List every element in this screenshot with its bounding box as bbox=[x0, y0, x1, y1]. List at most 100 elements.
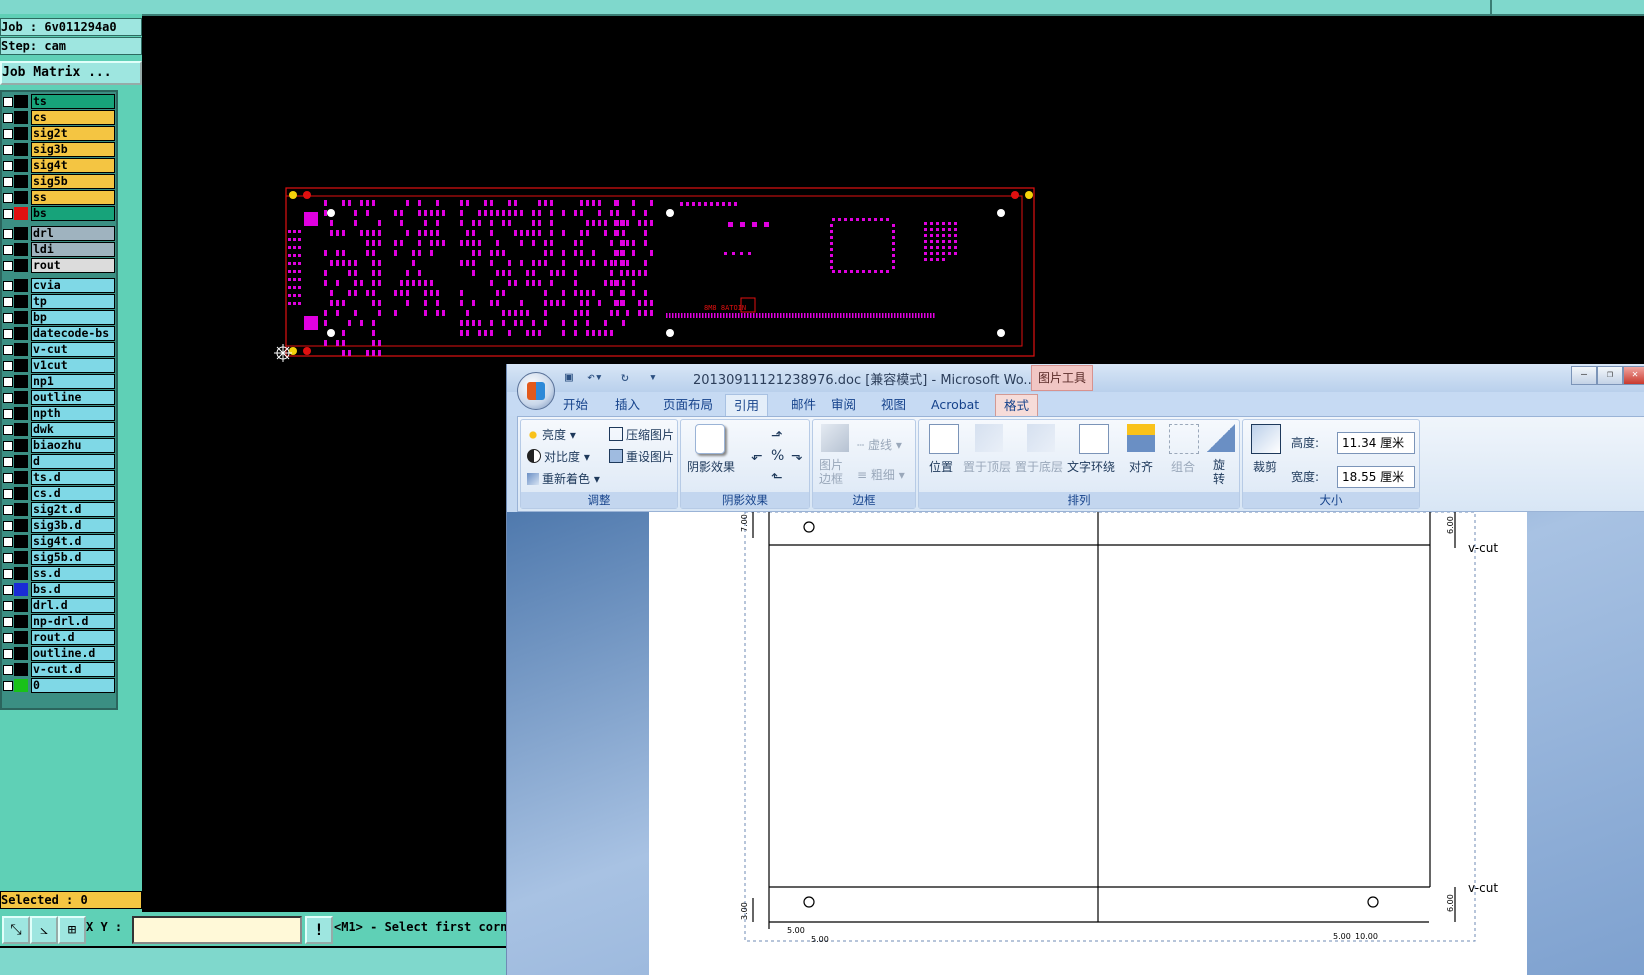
layer-checkbox[interactable] bbox=[3, 361, 13, 371]
layer-name[interactable]: biaozhu bbox=[31, 438, 115, 453]
position-label[interactable]: 位置 bbox=[929, 458, 953, 475]
layer-color-swatch[interactable] bbox=[14, 359, 28, 372]
shadow-effects-label[interactable]: 阴影效果 bbox=[687, 458, 735, 475]
layer-color-swatch[interactable] bbox=[14, 519, 28, 532]
layer-checkbox[interactable] bbox=[3, 633, 13, 643]
layer-row[interactable]: cs.d bbox=[2, 486, 115, 501]
layer-color-swatch[interactable] bbox=[14, 111, 28, 124]
layer-color-swatch[interactable] bbox=[14, 159, 28, 172]
layer-row[interactable]: npth bbox=[2, 406, 115, 421]
layer-row[interactable]: sig3b.d bbox=[2, 518, 115, 533]
brightness-button[interactable]: 亮度 ▾ bbox=[527, 426, 576, 443]
layer-color-swatch[interactable] bbox=[14, 343, 28, 356]
layer-checkbox[interactable] bbox=[3, 601, 13, 611]
panel-drawing-image[interactable]: v-cut v-cut 7.00 6.00 3.00 5.00 5.00 5.0… bbox=[649, 512, 1527, 975]
layer-name[interactable]: v-cut bbox=[31, 342, 115, 357]
layer-color-swatch[interactable] bbox=[14, 455, 28, 468]
job-matrix-button[interactable]: Job Matrix ... bbox=[0, 61, 142, 85]
qat-dropdown-icon[interactable]: ▾ bbox=[649, 370, 657, 385]
layer-checkbox[interactable] bbox=[3, 113, 13, 123]
layer-row[interactable]: sig5b bbox=[2, 174, 115, 189]
ribbon-tab[interactable]: 页面布局 bbox=[655, 394, 721, 416]
ribbon-tab[interactable]: 引用 bbox=[725, 394, 769, 417]
layer-row[interactable]: np1 bbox=[2, 374, 115, 389]
layer-row[interactable]: np-drl.d bbox=[2, 614, 115, 629]
layer-row[interactable]: bs bbox=[2, 206, 115, 221]
layer-checkbox[interactable] bbox=[3, 441, 13, 451]
layer-name[interactable]: v1cut bbox=[31, 358, 115, 373]
compress-pictures-button[interactable]: 压缩图片 bbox=[609, 426, 674, 443]
crop-label[interactable]: 裁剪 bbox=[1253, 458, 1277, 475]
layer-checkbox[interactable] bbox=[3, 129, 13, 139]
ribbon-tab[interactable]: 格式 bbox=[995, 394, 1039, 417]
layer-name[interactable]: sig2t bbox=[31, 126, 115, 141]
measure-button[interactable]: ⦣ bbox=[30, 916, 58, 944]
layer-checkbox[interactable] bbox=[3, 393, 13, 403]
layer-name[interactable]: v-cut.d bbox=[31, 662, 115, 677]
undo-icon[interactable]: ↶▾ bbox=[587, 370, 603, 385]
recolor-button[interactable]: 重新着色 ▾ bbox=[527, 470, 600, 487]
layer-color-swatch[interactable] bbox=[14, 407, 28, 420]
rotate-icon[interactable] bbox=[1207, 424, 1235, 452]
layer-row[interactable]: sig5b.d bbox=[2, 550, 115, 565]
layer-name[interactable]: bs bbox=[31, 206, 115, 221]
layer-checkbox[interactable] bbox=[3, 553, 13, 563]
maximize-button[interactable]: ❐ bbox=[1597, 366, 1623, 385]
layer-checkbox[interactable] bbox=[3, 665, 13, 675]
layer-checkbox[interactable] bbox=[3, 345, 13, 355]
layer-color-swatch[interactable] bbox=[14, 503, 28, 516]
layer-name[interactable]: datecode-bs bbox=[31, 326, 115, 341]
picture-border-label[interactable]: 图片 边框 bbox=[819, 458, 843, 486]
layer-color-swatch[interactable] bbox=[14, 243, 28, 256]
layer-name[interactable]: cs bbox=[31, 110, 115, 125]
layer-row[interactable]: sig4t bbox=[2, 158, 115, 173]
zoom-area-button[interactable]: ⤡ bbox=[2, 916, 30, 944]
align-icon[interactable] bbox=[1127, 424, 1155, 452]
layer-color-swatch[interactable] bbox=[14, 295, 28, 308]
layer-name[interactable]: drl.d bbox=[31, 598, 115, 613]
layer-color-swatch[interactable] bbox=[14, 391, 28, 404]
layer-row[interactable]: drl.d bbox=[2, 598, 115, 613]
layer-color-swatch[interactable] bbox=[14, 191, 28, 204]
document-page[interactable]: v-cut v-cut 7.00 6.00 3.00 5.00 5.00 5.0… bbox=[649, 512, 1527, 975]
layer-checkbox[interactable] bbox=[3, 145, 13, 155]
position-icon[interactable] bbox=[929, 424, 959, 454]
layer-checkbox[interactable] bbox=[3, 457, 13, 467]
layer-checkbox[interactable] bbox=[3, 585, 13, 595]
layer-row[interactable]: 0 bbox=[2, 678, 115, 693]
layer-color-swatch[interactable] bbox=[14, 679, 28, 692]
layer-row[interactable]: ldi bbox=[2, 242, 115, 257]
layer-row[interactable]: rout bbox=[2, 258, 115, 273]
layer-name[interactable]: outline.d bbox=[31, 646, 115, 661]
layer-color-swatch[interactable] bbox=[14, 143, 28, 156]
layer-checkbox[interactable] bbox=[3, 521, 13, 531]
layer-color-swatch[interactable] bbox=[14, 423, 28, 436]
layer-name[interactable]: 0 bbox=[31, 678, 115, 693]
layer-color-swatch[interactable] bbox=[14, 471, 28, 484]
ribbon-tab[interactable]: 插入 bbox=[607, 394, 648, 416]
rotate-label[interactable]: 旋转 bbox=[1213, 458, 1227, 486]
layer-name[interactable]: ts bbox=[31, 94, 115, 109]
layer-row[interactable]: v-cut.d bbox=[2, 662, 115, 677]
picture-border-icon[interactable] bbox=[821, 424, 849, 452]
layer-color-swatch[interactable] bbox=[14, 631, 28, 644]
layer-name[interactable]: sig4t.d bbox=[31, 534, 115, 549]
layer-name[interactable]: d bbox=[31, 454, 115, 469]
office-button[interactable] bbox=[517, 372, 555, 410]
layer-row[interactable]: drl bbox=[2, 226, 115, 241]
layer-checkbox[interactable] bbox=[3, 329, 13, 339]
shadow-toggle-icon[interactable]: % bbox=[771, 448, 784, 464]
layer-name[interactable]: ts.d bbox=[31, 470, 115, 485]
layer-color-swatch[interactable] bbox=[14, 583, 28, 596]
layer-color-swatch[interactable] bbox=[14, 599, 28, 612]
layer-checkbox[interactable] bbox=[3, 617, 13, 627]
layer-color-swatch[interactable] bbox=[14, 311, 28, 324]
layer-name[interactable]: dwk bbox=[31, 422, 115, 437]
layer-name[interactable]: ss.d bbox=[31, 566, 115, 581]
layer-color-swatch[interactable] bbox=[14, 327, 28, 340]
text-wrap-icon[interactable] bbox=[1079, 424, 1109, 454]
layer-row[interactable]: outline.d bbox=[2, 646, 115, 661]
layer-name[interactable]: rout.d bbox=[31, 630, 115, 645]
close-button[interactable]: ✕ bbox=[1623, 366, 1644, 385]
layer-name[interactable]: sig3b bbox=[31, 142, 115, 157]
